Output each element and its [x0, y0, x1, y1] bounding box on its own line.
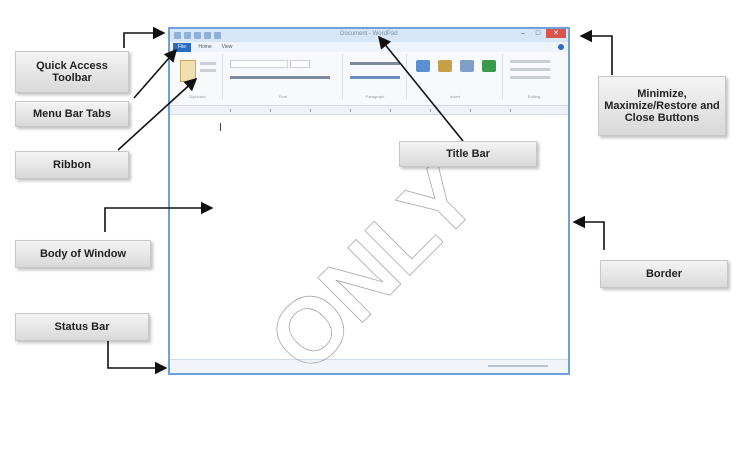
callout-menu-bar-tabs: Menu Bar Tabs	[15, 101, 129, 127]
callout-quick-access-toolbar: Quick Access Toolbar	[15, 51, 129, 93]
watermark-text: ONLY	[250, 145, 497, 392]
window-buttons-connector	[579, 29, 613, 75]
diagram-stage: Document - WordPad – □ ✕ File Home View …	[0, 0, 740, 451]
title-bar-connector	[377, 35, 464, 142]
menu-tabs-connector	[133, 48, 178, 99]
border-connector	[572, 215, 605, 250]
callout-status-bar: Status Bar	[15, 313, 149, 341]
ribbon-connector	[117, 77, 198, 151]
callout-border: Border	[600, 260, 728, 288]
callout-window-buttons: Minimize, Maximize/Restore and Close But…	[598, 76, 726, 136]
body-connector	[104, 201, 214, 232]
callout-ribbon: Ribbon	[15, 151, 129, 179]
status-connector	[107, 338, 168, 375]
callout-title-bar: Title Bar	[399, 141, 537, 167]
callout-body-of-window: Body of Window	[15, 240, 151, 268]
qat-connector	[123, 26, 166, 48]
watermark: ONLY	[249, 144, 497, 392]
